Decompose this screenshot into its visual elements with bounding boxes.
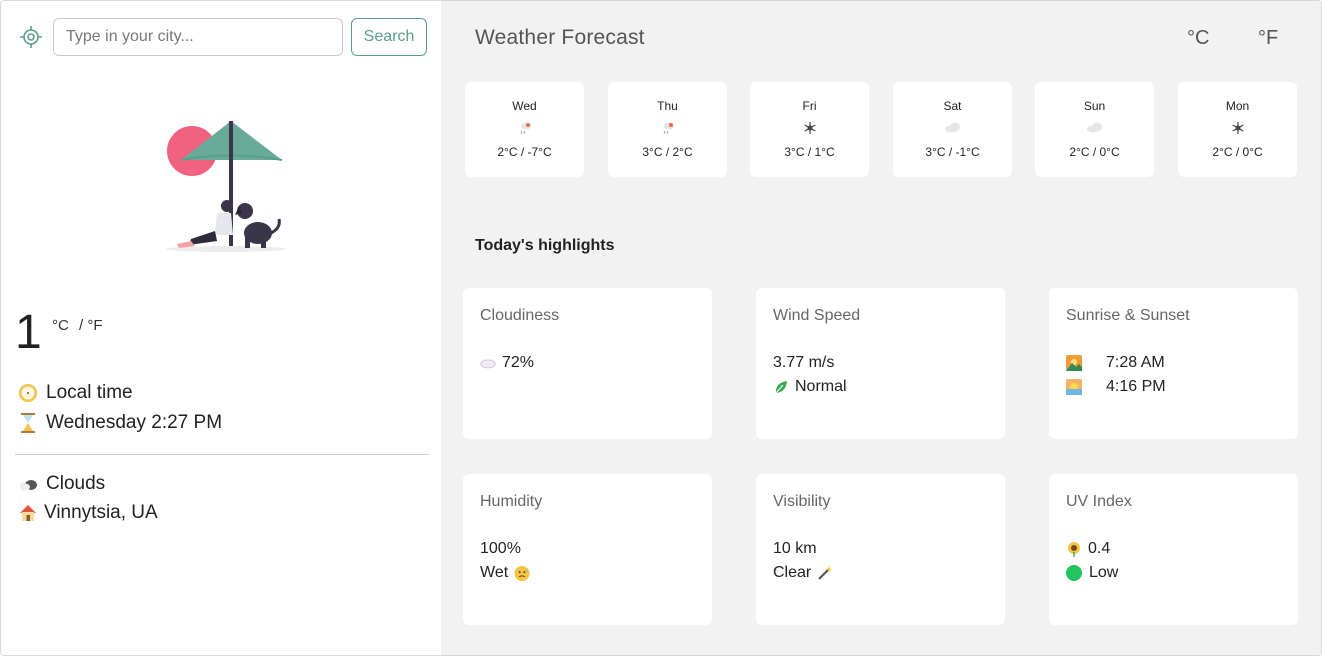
temperature-units: °C / °F [52,317,109,334]
local-time-label-row: Local time [17,382,133,404]
page-title: Weather Forecast [475,26,645,49]
cloud-icon [480,355,496,371]
uv-value: 0.4 [1088,540,1111,557]
card-title: Sunrise & Sunset [1066,307,1190,324]
wind-speed-value: 3.77 m/s [773,354,835,371]
visibility-status: Clear [773,564,812,581]
compass-icon [17,382,39,404]
visibility-value: 10 km [773,540,817,557]
card-title: UV Index [1066,493,1132,510]
cloud-icon [1035,121,1154,137]
forecast-card-mon: Mon 2°C / 0°C [1178,82,1297,177]
cloud-icon [17,473,39,495]
forecast-day: Fri [802,99,817,113]
forecast-day: Wed [512,99,537,113]
forecast-day: Thu [657,99,678,113]
visibility-status-row: Clear [773,564,839,582]
forecast-panel: Weather Forecast °C °F Wed 2°C / -7°C Th… [441,1,1321,655]
fahrenheit-toggle[interactable]: °F [1258,27,1278,50]
current-weather-panel: Search 1 [1,1,441,655]
search-button[interactable]: Search [351,18,427,56]
location-target-icon[interactable] [19,25,43,49]
cloudiness-value: 72% [502,354,535,371]
local-time-label: Local time [46,382,133,403]
uv-status-row: Low [1066,564,1118,582]
forecast-temp-range: 3°C / 2°C [642,145,693,159]
cloudiness-card: Cloudiness 72% [463,288,712,439]
fahrenheit-unit-label: / °F [79,317,103,334]
wind-status: Normal [795,378,847,395]
condition-row: Clouds [17,473,105,495]
sweat-face-icon [514,565,530,581]
app-window: Search 1 [0,0,1322,656]
forecast-temp-range: 3°C / -1°C [925,145,980,159]
visibility-card: Visibility 10 km Clear [756,474,1005,625]
humidity-value: 100% [480,540,521,557]
green-circle-icon [1066,565,1082,581]
wind-speed-card: Wind Speed 3.77 m/s Normal [756,288,1005,439]
card-title: Visibility [773,493,831,510]
cloudiness-value-row: 72% [480,354,534,372]
sunflower-icon [1066,541,1082,557]
forecast-card-sun: Sun 2°C / 0°C [1035,82,1154,177]
forecast-temp-range: 2°C / -7°C [497,145,552,159]
city-search-input[interactable] [53,18,343,56]
umbrella-illustration [161,113,291,253]
forecast-day: Sun [1083,99,1106,113]
city-location: Vinnytsia, UA [44,502,158,523]
forecast-card-wed: Wed 2°C / -7°C [465,82,584,177]
card-title: Wind Speed [773,307,861,324]
sunset-time: 4:16 PM [1106,378,1166,395]
uv-value-row: 0.4 [1066,540,1110,558]
celsius-unit-label: °C [52,317,69,334]
highlights-heading: Today's highlights [475,237,615,254]
uv-index-card: UV Index 0.4 Low [1049,474,1298,625]
hourglass-icon [17,412,39,434]
card-title: Cloudiness [480,307,560,324]
sunrise-icon [1066,355,1082,371]
snowflake-icon [750,121,869,137]
magic-wand-icon [817,565,833,581]
card-title: Humidity [480,493,543,510]
sunrise-sunset-card: Sunrise & Sunset 7:28 AM 4:16 PM [1049,288,1298,439]
forecast-card-fri: Fri 3°C / 1°C [750,82,869,177]
snow-rain-icon [465,121,584,137]
sunset-row: 4:16 PM [1066,378,1166,396]
snowflake-icon [1178,121,1297,137]
forecast-temp-range: 2°C / 0°C [1212,145,1263,159]
divider [15,454,429,455]
house-icon [17,502,39,524]
cloud-icon [893,121,1012,137]
temperature-value: 1 [15,306,42,359]
weather-condition: Clouds [46,473,106,494]
celsius-toggle[interactable]: °C [1187,27,1209,50]
forecast-card-sat: Sat 3°C / -1°C [893,82,1012,177]
forecast-temp-range: 3°C / 1°C [784,145,835,159]
sunset-icon [1066,379,1082,395]
humidity-card: Humidity 100% Wet [463,474,712,625]
location-row: Vinnytsia, UA [17,502,158,524]
forecast-day: Sat [943,99,962,113]
uv-status: Low [1089,564,1119,581]
humidity-status-row: Wet [480,564,536,582]
current-datetime: Wednesday 2:27 PM [46,412,223,433]
forecast-card-thu: Thu 3°C / 2°C [608,82,727,177]
forecast-day: Mon [1225,99,1250,113]
forecast-temp-range: 2°C / 0°C [1069,145,1120,159]
snow-rain-icon [608,121,727,137]
datetime-row: Wednesday 2:27 PM [17,412,222,434]
humidity-status: Wet [480,564,509,581]
wind-status-row: Normal [773,378,847,396]
leaf-icon [773,379,789,395]
sunrise-row: 7:28 AM [1066,354,1165,372]
sunrise-time: 7:28 AM [1106,354,1165,371]
